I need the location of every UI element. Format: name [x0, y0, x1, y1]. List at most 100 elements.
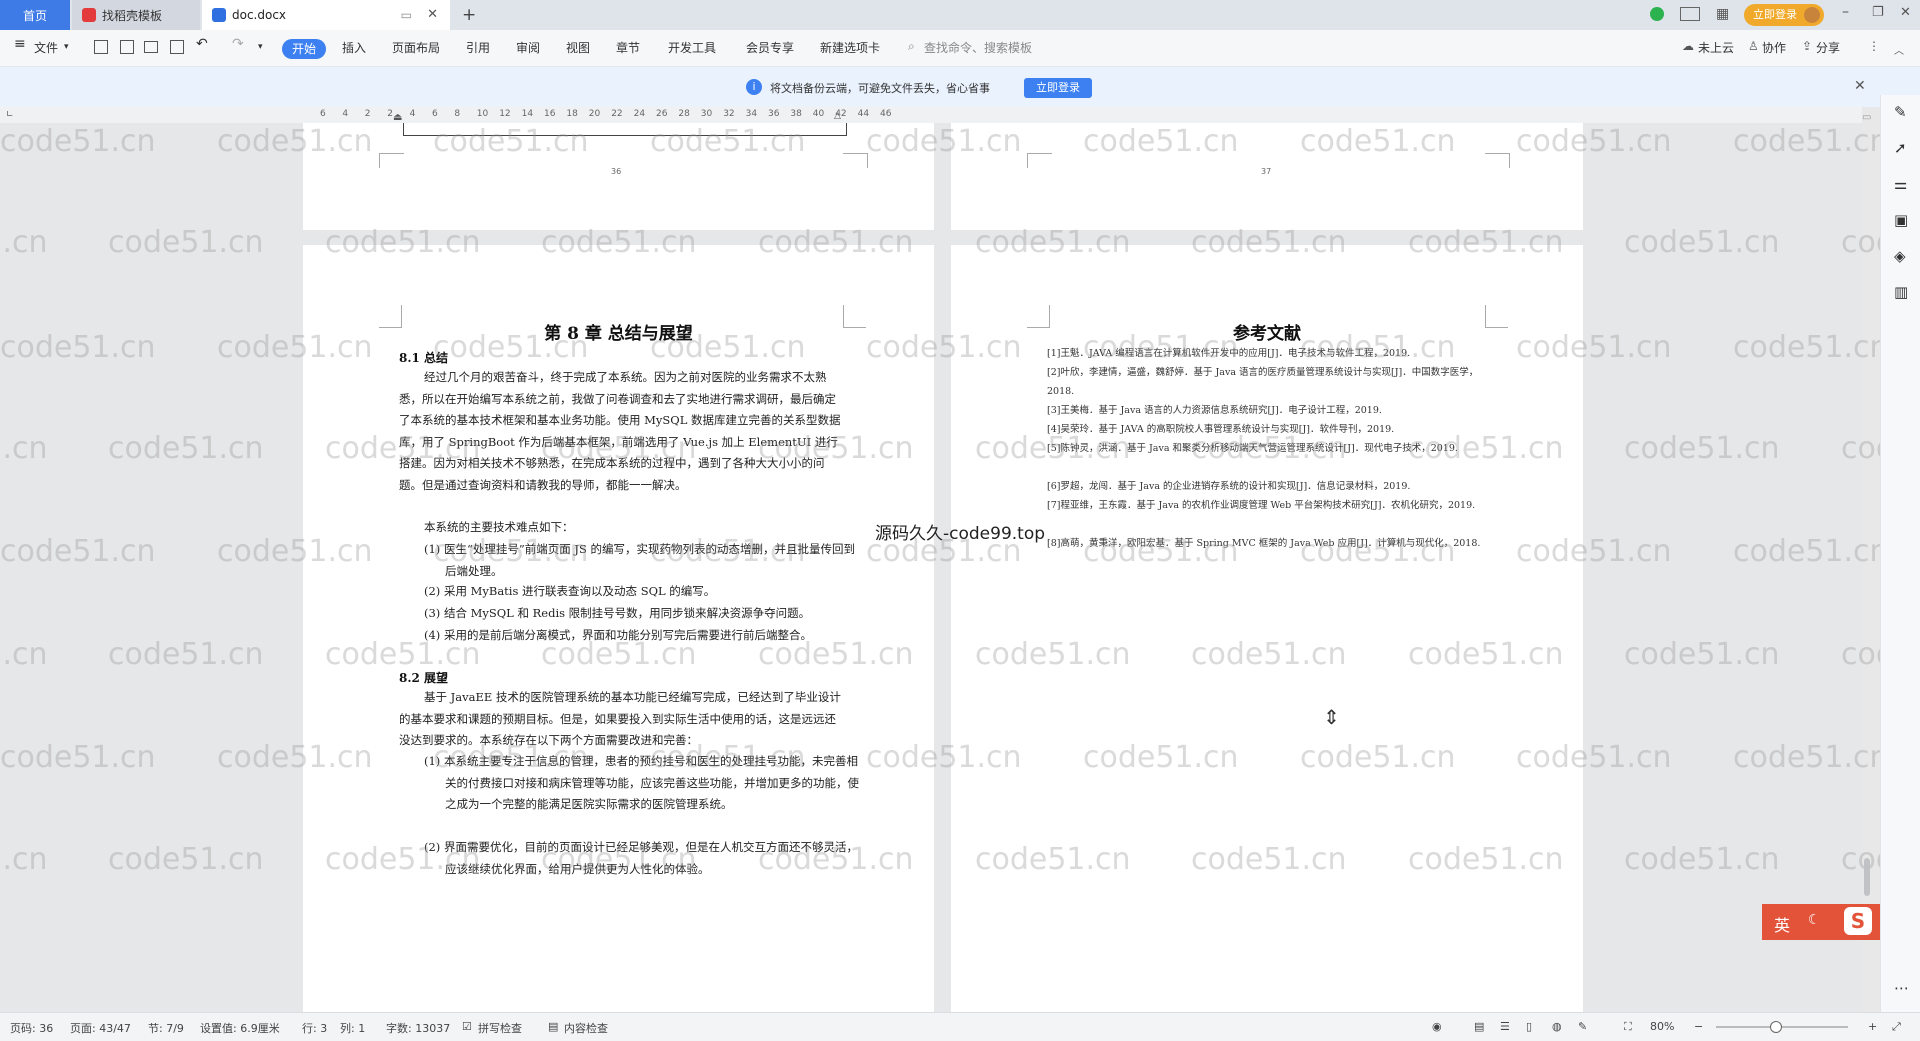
crop-mark	[1027, 153, 1052, 168]
ruler-tick: 36	[768, 109, 780, 119]
section-status[interactable]: 节: 7/9	[148, 1020, 184, 1036]
write-view-icon[interactable]: ✎	[1578, 1020, 1587, 1033]
scroll-top-icon[interactable]: ▭	[1862, 112, 1871, 123]
tab-home-label: 首页	[22, 8, 47, 23]
adjust-icon[interactable]: ⚌	[1894, 175, 1910, 193]
paragraph: 基于 JavaEE 技术的医院管理系统的基本功能已经编写完成，已经达到了毕业设计…	[399, 690, 841, 747]
ruler-tick: 32	[723, 109, 735, 119]
restore-icon[interactable]: ❐	[1872, 5, 1884, 20]
word-count-status[interactable]: 字数: 13037	[386, 1020, 450, 1036]
undo-icon[interactable]: ↶	[196, 36, 208, 52]
tab-new[interactable]: 新建选项卡	[820, 39, 880, 56]
file-menu[interactable]: 文件	[34, 39, 58, 56]
close-window-icon[interactable]: ✕	[1900, 5, 1911, 20]
fit-page-icon[interactable]: ⛶	[1624, 1020, 1632, 1034]
more-icon[interactable]: ⋮	[1868, 39, 1880, 53]
templates-icon	[82, 8, 96, 22]
ruler-tick: 14	[521, 109, 534, 119]
eye-protect-icon[interactable]: ◉	[1432, 1020, 1442, 1033]
fullscreen-icon[interactable]: ⤢	[1892, 1020, 1901, 1034]
right-indent-marker[interactable]: △	[834, 111, 841, 121]
paragraph: 经过几个月的艰苦奋斗，终于完成了本系统。因为之前对医院的业务需求不太熟悉，所以在…	[399, 370, 841, 492]
cursor-select-icon[interactable]: ➚	[1894, 139, 1910, 157]
table-bottom-border	[403, 123, 847, 136]
web-view-icon[interactable]: ◍	[1552, 1020, 1562, 1033]
ribbon-toolbar: ≡ 文件 ▾ ↶ ↷ ▾ 开始 插入 页面布局 引用 审阅 视图 章节 开发工具…	[0, 30, 1920, 67]
save-icon[interactable]	[94, 40, 108, 54]
tab-page-layout[interactable]: 页面布局	[392, 39, 440, 56]
tab-close-icon[interactable]: ✕	[427, 7, 438, 22]
redo-icon[interactable]: ↷	[232, 36, 244, 52]
ime-widget[interactable]: 英 ☾ S	[1762, 904, 1880, 940]
zoom-out-icon[interactable]: −	[1694, 1020, 1703, 1033]
outline-view-icon[interactable]: ☰	[1500, 1020, 1510, 1033]
print-preview-icon[interactable]	[170, 40, 184, 54]
left-indent-marker[interactable]: ⏏	[393, 112, 402, 123]
vertical-scrollbar[interactable]	[1862, 123, 1872, 1012]
tab-chapter[interactable]: 章节	[616, 39, 640, 56]
collapse-ribbon-icon[interactable]: ︿	[1894, 42, 1904, 57]
image-icon[interactable]: ▣	[1894, 211, 1910, 229]
right-sidebar: ✎ ➚ ⚌ ▣ ◈ ▥ ⋯	[1880, 95, 1920, 1012]
tab-templates[interactable]: 找稻壳模板	[72, 0, 200, 30]
cloud-status[interactable]: 未上云	[1698, 39, 1734, 56]
collaborate-button[interactable]: 协作	[1762, 39, 1786, 56]
login-button[interactable]: 立即登录	[1744, 4, 1824, 26]
print-icon[interactable]	[144, 41, 158, 53]
apps-grid-icon[interactable]: ▦	[1716, 6, 1729, 22]
page-count-status[interactable]: 页面: 43/47	[70, 1020, 131, 1036]
collaborate-icon: ♙	[1748, 39, 1759, 53]
ruler-tick: 38	[790, 109, 802, 119]
chapter-title: 第 8 章 总结与展望	[544, 324, 693, 344]
tab-pin-icon[interactable]: ▭	[401, 8, 412, 22]
reference-item: [7]程亚维，王东霞．基于 Java 的农机作业调度管理 Web 平台架构技术研…	[1047, 500, 1476, 511]
reading-view-icon[interactable]: ▯	[1526, 1020, 1532, 1033]
tab-references[interactable]: 引用	[466, 39, 490, 56]
book-icon[interactable]: ▥	[1894, 283, 1910, 301]
tab-review[interactable]: 审阅	[516, 39, 540, 56]
row-status[interactable]: 行: 3	[302, 1020, 327, 1036]
zoom-slider-handle[interactable]	[1770, 1021, 1782, 1033]
file-dropdown-icon[interactable]: ▾	[64, 42, 69, 52]
zoom-slider[interactable]	[1716, 1021, 1848, 1033]
notice-login-button[interactable]: 立即登录	[1024, 78, 1092, 98]
tab-start[interactable]: 开始	[282, 39, 326, 59]
zoom-level[interactable]: 80%	[1650, 1020, 1674, 1033]
tab-member[interactable]: 会员专享	[746, 39, 794, 56]
minimize-icon[interactable]: –	[1842, 4, 1849, 20]
new-tab-icon[interactable]: +	[462, 5, 476, 25]
share-button[interactable]: 分享	[1816, 39, 1840, 56]
position-status[interactable]: 设置值: 6.9厘米	[200, 1020, 280, 1036]
page-number-status[interactable]: 页码: 36	[10, 1020, 53, 1036]
list-item: (3) 结合 MySQL 和 Redis 限制挂号号数，用同步锁来解决资源争夺问…	[424, 606, 811, 620]
spell-check-icon: ☑	[462, 1020, 472, 1033]
share-icon: ⇪	[1802, 39, 1813, 53]
tab-view[interactable]: 视图	[566, 39, 590, 56]
content-check-button[interactable]: 内容检查	[564, 1020, 608, 1036]
update-icon[interactable]	[1650, 7, 1664, 21]
menu-icon[interactable]: ≡	[14, 36, 26, 52]
page-number: 37	[1261, 167, 1272, 176]
page-view-icon[interactable]: ▤	[1474, 1020, 1484, 1033]
more-options-icon[interactable]: ⋯	[1894, 979, 1910, 997]
tab-document[interactable]: doc.docx ▭ ✕	[202, 0, 450, 30]
page-references[interactable]: 参考文献 [1]王魁．JAVA 编程语言在计算机软件开发中的应用[J]．电子技术…	[951, 245, 1583, 1012]
zoom-in-icon[interactable]: +	[1868, 1020, 1877, 1033]
tab-insert[interactable]: 插入	[342, 39, 366, 56]
quick-access-dropdown-icon[interactable]: ▾	[258, 42, 263, 52]
navigate-icon[interactable]: ◈	[1894, 247, 1910, 265]
tab-developer[interactable]: 开发工具	[668, 39, 716, 56]
pen-icon[interactable]: ✎	[1894, 103, 1910, 121]
notice-close-icon[interactable]: ✕	[1854, 78, 1866, 94]
scrollbar-thumb[interactable]	[1864, 858, 1870, 896]
export-icon[interactable]	[120, 40, 134, 54]
spell-check-button[interactable]: 拼写检查	[478, 1020, 522, 1036]
page-conclusion[interactable]: 第 8 章 总结与展望 8.1 总结 经过几个月的艰苦奋斗，终于完成了本系统。因…	[303, 245, 934, 1012]
col-status[interactable]: 列: 1	[340, 1020, 365, 1036]
ruler-tick: 12	[499, 109, 511, 119]
tab-stop-icon[interactable]: ∟	[6, 110, 14, 120]
tab-home[interactable]: 首页	[0, 0, 70, 30]
layout-icon[interactable]	[1680, 7, 1700, 21]
login-button-label: 立即登录	[1753, 8, 1797, 21]
command-search-input[interactable]: 查找命令、搜索模板	[924, 39, 1032, 56]
